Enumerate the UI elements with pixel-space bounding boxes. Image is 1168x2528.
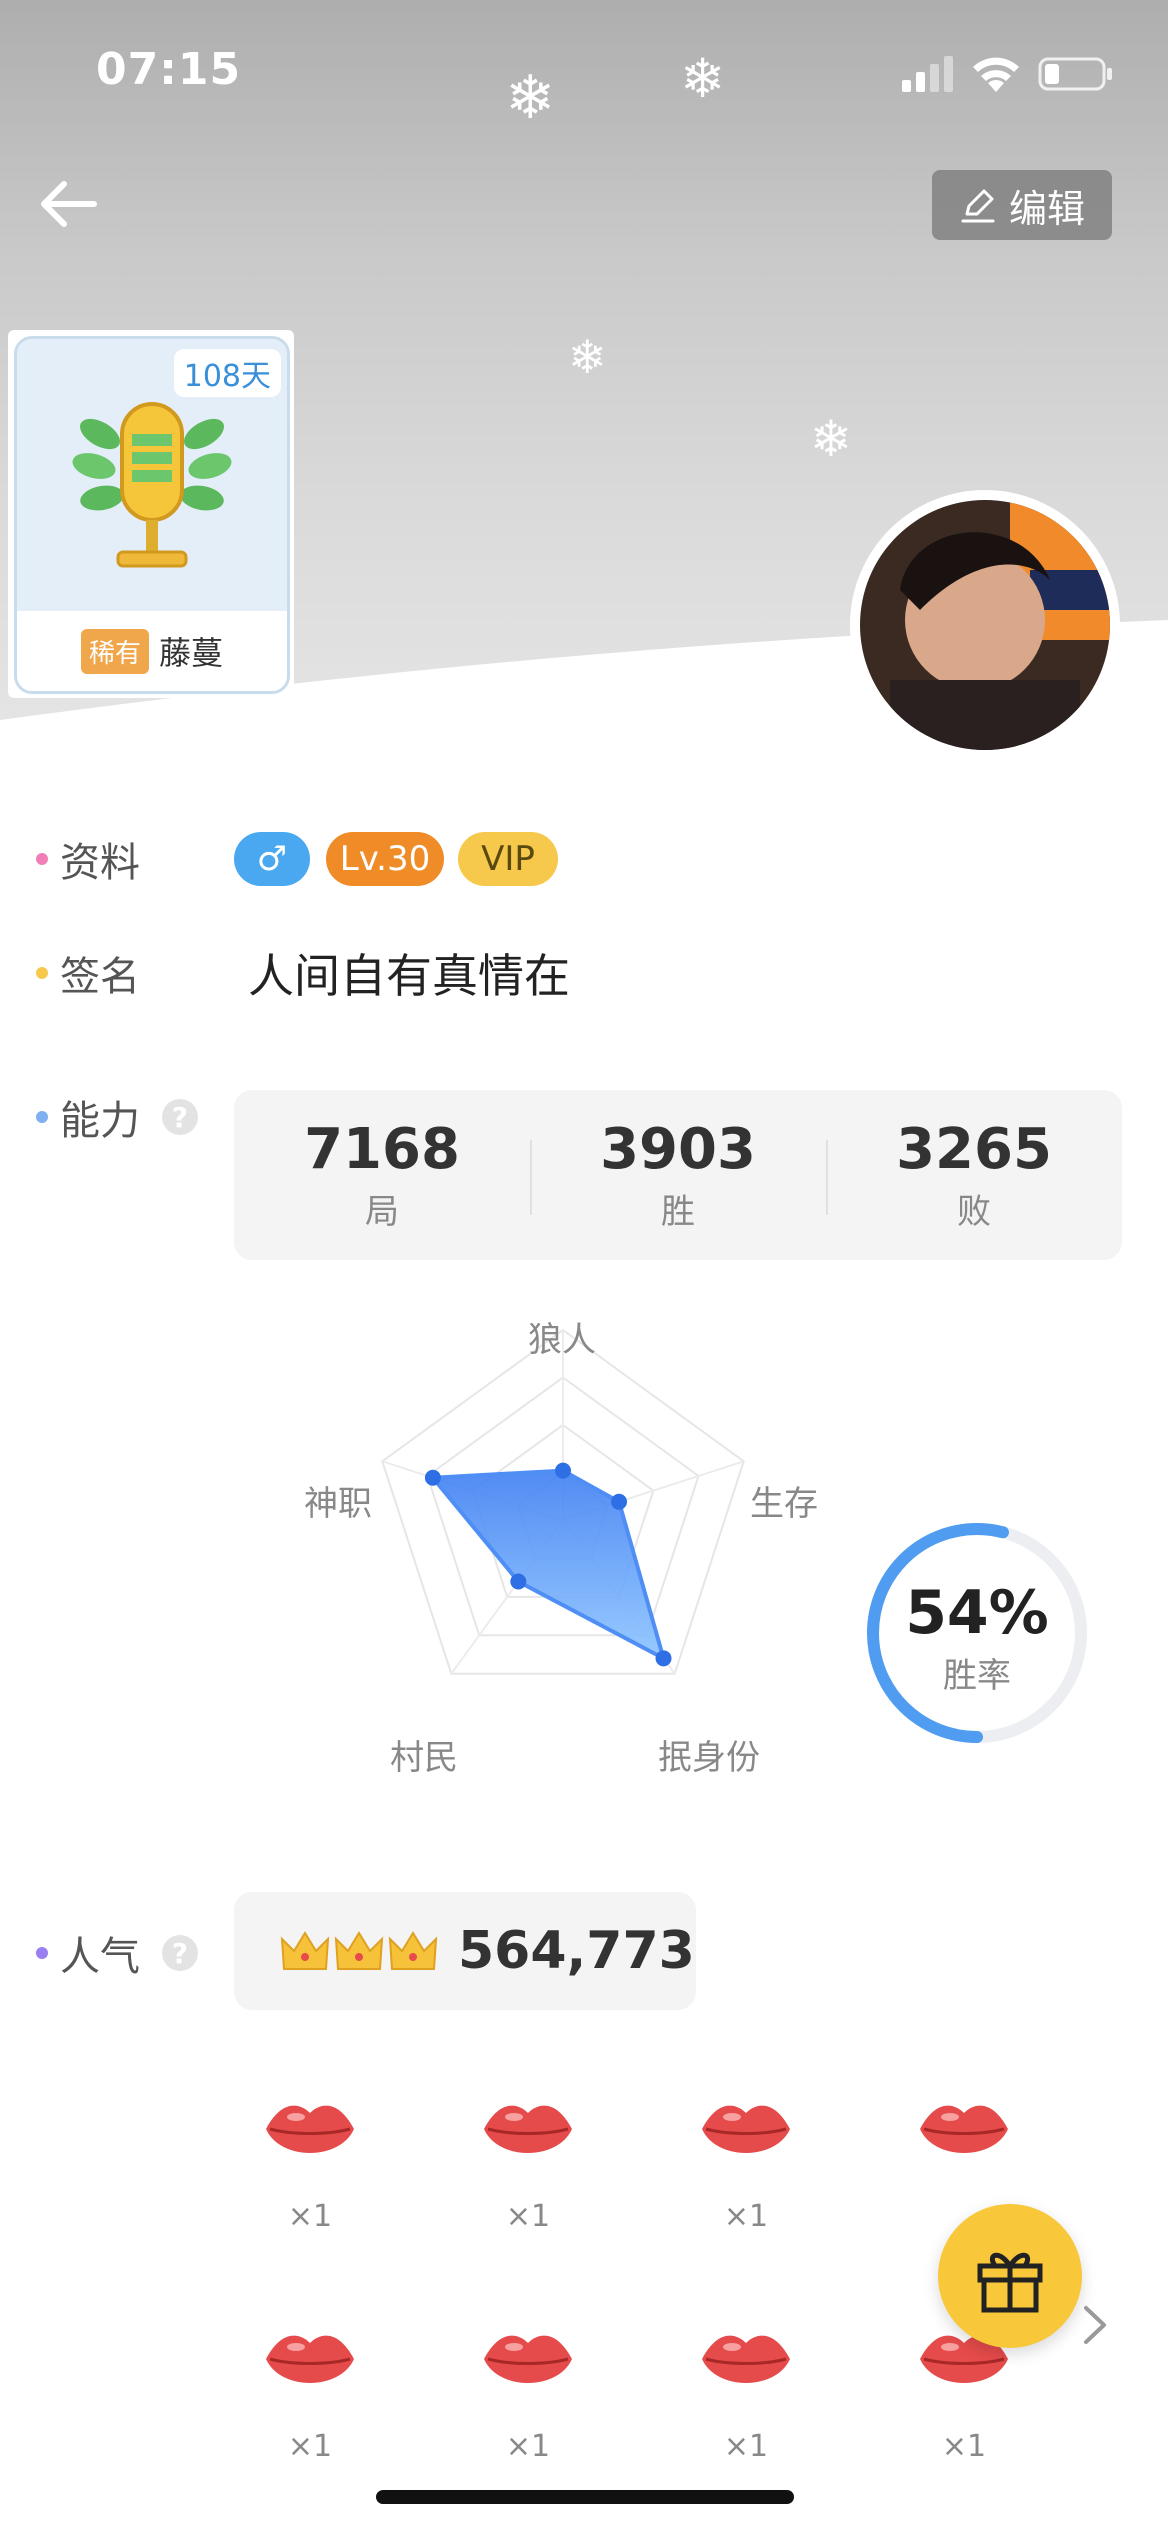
chevron-right-icon[interactable] — [1078, 2300, 1114, 2350]
lips-icon — [702, 2335, 790, 2383]
crown-icon — [334, 1931, 384, 1970]
wifi-icon — [973, 57, 1019, 92]
signature-text: 人间自有真情在 — [248, 949, 570, 1003]
gift-count: ×1 — [505, 2199, 551, 2234]
gift-item[interactable]: ×1 — [676, 2095, 816, 2234]
badge-name: 藤蔓 — [159, 634, 224, 672]
pencil-icon — [961, 189, 995, 223]
badge-card[interactable]: 108天 稀有 藤蔓 — [8, 330, 294, 698]
gift-box-icon — [977, 2252, 1043, 2313]
avatar[interactable] — [850, 490, 1120, 760]
edit-button[interactable]: 编辑 — [932, 170, 1112, 240]
stat-label: 败 — [957, 1192, 991, 1232]
stat-losses: 3265 败 — [826, 1090, 1122, 1260]
radar-value-point — [510, 1573, 527, 1590]
edit-button-label: 编辑 — [1008, 186, 1085, 231]
ability-row-label: 能力 ? — [36, 1088, 198, 1146]
lips-icon — [702, 2105, 790, 2153]
cellular-signal-icon — [902, 56, 953, 92]
help-icon[interactable]: ? — [162, 1099, 198, 1135]
bullet-dot — [36, 853, 48, 865]
gift-item[interactable] — [894, 2095, 1034, 2199]
gift-item[interactable]: ×1 — [676, 2325, 816, 2464]
gift-count: ×1 — [505, 2429, 551, 2464]
popularity-value: 564,773 — [458, 1921, 695, 1981]
radar-axis-label: 狼人 — [528, 1320, 596, 1360]
back-arrow-icon[interactable] — [36, 172, 100, 236]
badge-days: 108天 — [173, 349, 281, 397]
home-indicator — [376, 2490, 794, 2504]
stat-total-games: 7168 局 — [234, 1090, 530, 1260]
lips-icon — [266, 2105, 354, 2153]
info-label: 资料 — [60, 840, 140, 886]
gift-count: ×1 — [287, 2429, 333, 2464]
send-gift-button[interactable] — [938, 2204, 1082, 2348]
game-stats-box: 7168 局 3903 胜 3265 败 — [234, 1090, 1122, 1260]
gift-count: ×1 — [723, 2429, 769, 2464]
status-bar: 07:15 — [0, 0, 1168, 150]
radar-value-point — [555, 1462, 571, 1479]
signature-row-label: 签名 — [36, 944, 140, 1002]
stat-value: 3265 — [896, 1117, 1052, 1182]
crown-icon — [280, 1931, 330, 1970]
snowflake-icon: ❄ — [568, 330, 607, 384]
lips-icon — [484, 2335, 572, 2383]
radar-value-point — [655, 1650, 672, 1667]
help-icon[interactable]: ? — [162, 1935, 198, 1971]
radar-axis-label: 生存 — [750, 1484, 818, 1524]
status-time: 07:15 — [96, 44, 242, 95]
radar-value-point — [611, 1493, 628, 1510]
info-row-label: 资料 — [36, 830, 140, 888]
gift-item[interactable]: ×1 — [240, 2095, 380, 2234]
vip-tag: VIP — [458, 832, 558, 886]
microphone-trophy-icon — [72, 402, 232, 568]
gift-count: ×1 — [287, 2199, 333, 2234]
radar-value-point — [424, 1469, 441, 1486]
radar-axis-label: 村民 — [390, 1738, 458, 1778]
crown-icon — [388, 1931, 438, 1970]
signature-label: 签名 — [60, 954, 140, 1000]
lips-icon — [266, 2335, 354, 2383]
lips-icon — [920, 2105, 1008, 2153]
popularity-box: 564,773 — [234, 1892, 696, 2010]
win-rate-value: 54% — [905, 1578, 1049, 1648]
popularity-label: 人气 — [60, 1934, 140, 1980]
radar-axis-label: 神职 — [304, 1484, 372, 1524]
badge-top: 108天 — [17, 339, 287, 611]
battery-icon — [1038, 57, 1112, 91]
gift-count: ×1 — [723, 2199, 769, 2234]
stat-label: 胜 — [661, 1192, 695, 1232]
radar-axis-label: 抿身份 — [658, 1738, 760, 1778]
stat-value: 3903 — [600, 1117, 756, 1182]
stat-wins: 3903 胜 — [530, 1090, 826, 1260]
gift-item[interactable]: ×1 — [240, 2325, 380, 2464]
ability-radar-chart — [381, 1328, 745, 1675]
gift-item[interactable]: ×1 — [458, 2095, 598, 2234]
stat-value: 7168 — [304, 1117, 460, 1182]
gift-item[interactable]: ×1 — [458, 2325, 598, 2464]
lips-icon — [484, 2105, 572, 2153]
win-rate-text: 54% 胜率 — [862, 1578, 1092, 1697]
avatar-photo — [860, 500, 1110, 750]
level-tag: Lv.30 — [326, 832, 444, 886]
stat-label: 局 — [365, 1192, 399, 1232]
ability-label: 能力 — [60, 1098, 140, 1144]
bullet-dot — [36, 967, 48, 979]
badge-caption: 稀有 藤蔓 — [17, 611, 287, 691]
bullet-dot — [36, 1947, 48, 1959]
gender-tag: ♂ — [234, 832, 310, 886]
popularity-row-label: 人气 ? — [36, 1924, 198, 1982]
rarity-tag: 稀有 — [80, 628, 149, 674]
bullet-dot — [36, 1111, 48, 1123]
badge-frame: 108天 稀有 藤蔓 — [14, 336, 290, 694]
win-rate-label: 胜率 — [943, 1656, 1011, 1696]
snowflake-icon: ❄ — [810, 410, 852, 468]
gift-count: ×1 — [941, 2429, 987, 2464]
